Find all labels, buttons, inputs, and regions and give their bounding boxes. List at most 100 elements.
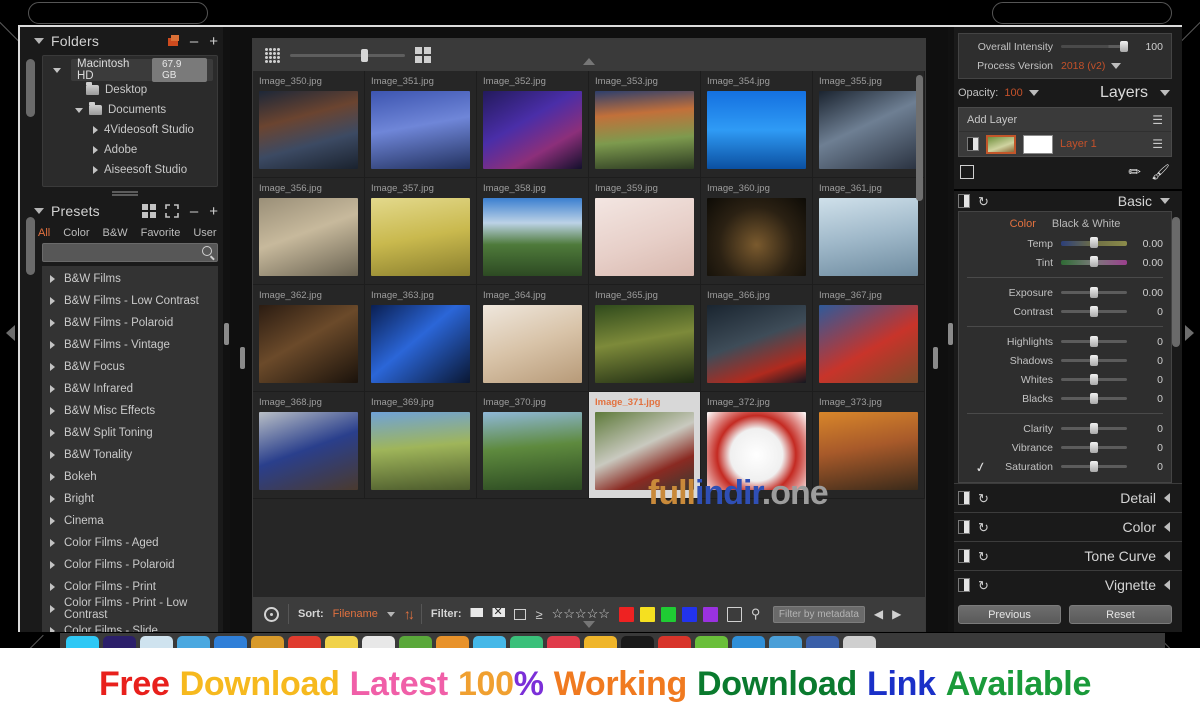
thumbnail-image[interactable] — [371, 91, 470, 169]
presets-tab-bw[interactable]: B&W — [103, 227, 128, 239]
thumbnail-image[interactable] — [595, 91, 694, 169]
thumbnail-cell[interactable]: Image_357.jpg — [365, 178, 477, 285]
section-header-detail[interactable]: ↻ Detail — [948, 483, 1182, 512]
preset-item[interactable]: B&W Focus — [42, 356, 218, 378]
thumbnail-size-slider[interactable] — [290, 48, 405, 62]
thumbnail-cell[interactable]: Image_361.jpg — [813, 178, 925, 285]
chevron-down-icon[interactable] — [75, 107, 83, 113]
slider-knob[interactable] — [1090, 374, 1098, 385]
thumbnail-cell[interactable]: Image_369.jpg — [365, 392, 477, 499]
chevron-left-icon[interactable] — [1164, 522, 1170, 532]
preset-item[interactable]: Bokeh — [42, 466, 218, 488]
thumbnail-cell[interactable]: Image_362.jpg — [253, 285, 365, 392]
preset-item[interactable]: Color Films - Polaroid — [42, 554, 218, 576]
thumbnail-cell[interactable]: Image_365.jpg — [589, 285, 701, 392]
panel-splitter-folders[interactable] — [20, 187, 230, 197]
thumbnail-cell[interactable]: Image_363.jpg — [365, 285, 477, 392]
thumbnail-cell[interactable]: Image_367.jpg — [813, 285, 925, 392]
folders-minus-button[interactable]: – — [188, 34, 200, 49]
chevron-right-icon[interactable] — [50, 451, 55, 459]
chevron-right-icon[interactable] — [50, 341, 55, 349]
reset-section-icon[interactable]: ↻ — [978, 550, 989, 563]
thumbnail-cell[interactable]: Image_359.jpg — [589, 178, 701, 285]
color-label-swatch[interactable] — [639, 606, 655, 622]
before-after-icon[interactable] — [958, 520, 970, 534]
preset-item[interactable]: B&W Films - Low Contrast — [42, 290, 218, 312]
preset-item[interactable]: Color Films - Slide — [42, 620, 218, 632]
keyword-icon[interactable]: ⚲ — [751, 607, 764, 621]
slider-knob[interactable] — [1090, 306, 1098, 317]
sort-value[interactable]: Filename — [333, 608, 378, 620]
chevron-right-icon[interactable] — [50, 319, 55, 327]
thumbnail-image[interactable] — [595, 305, 694, 383]
thumbnail-cell[interactable]: Image_355.jpg — [813, 71, 925, 178]
thumbnail-image[interactable] — [707, 305, 806, 383]
slider-row-highlights[interactable]: Highlights 0 — [959, 332, 1171, 351]
none-swatch[interactable] — [726, 606, 742, 622]
chevron-right-icon[interactable] — [50, 517, 55, 525]
layer-menu-icon[interactable]: ☰ — [1152, 114, 1163, 126]
flag-unflagged-icon[interactable] — [514, 608, 527, 620]
preset-item[interactable]: B&W Split Toning — [42, 422, 218, 444]
slider-track[interactable] — [1061, 287, 1127, 298]
right-panel-scrollbar[interactable] — [1172, 217, 1180, 347]
slider-track[interactable] — [1061, 423, 1127, 434]
thumbnail-image[interactable] — [819, 412, 918, 490]
layer-name[interactable]: Layer 1 — [1060, 138, 1097, 150]
thumbnail-image[interactable] — [483, 305, 582, 383]
thumbnail-cell[interactable]: Image_358.jpg — [477, 178, 589, 285]
preset-item[interactable]: B&W Misc Effects — [42, 400, 218, 422]
right-panel-resize-grip[interactable] — [948, 323, 953, 345]
thumbnail-image[interactable] — [707, 198, 806, 276]
thumbnail-cell[interactable]: Image_368.jpg — [253, 392, 365, 499]
mode-color[interactable]: Color — [1010, 218, 1036, 230]
slider-knob[interactable] — [1090, 336, 1098, 347]
process-version-value[interactable]: 2018 (v2) — [1061, 60, 1105, 72]
slider-row-blacks[interactable]: Blacks 0 — [959, 389, 1171, 408]
thumbnail-image[interactable] — [595, 198, 694, 276]
slider-knob[interactable] — [1090, 287, 1098, 298]
slider-knob[interactable] — [1090, 423, 1098, 434]
thumbnail-image[interactable] — [371, 198, 470, 276]
chevron-right-icon[interactable] — [50, 429, 55, 437]
slider-row-contrast[interactable]: Contrast 0 — [959, 302, 1171, 321]
brush-icon[interactable]: 🖌 — [1151, 163, 1170, 181]
preset-item[interactable]: B&W Films — [42, 268, 218, 290]
slider-row-shadows[interactable]: Shadows 0 — [959, 351, 1171, 370]
thumbnail-cell[interactable]: Image_370.jpg — [477, 392, 589, 499]
metadata-filter-input[interactable] — [772, 605, 865, 623]
thumbnail-cell[interactable]: Image_356.jpg — [253, 178, 365, 285]
slider-knob[interactable] — [1090, 237, 1098, 248]
thumbnail-cell[interactable]: Image_373.jpg — [813, 392, 925, 499]
folders-scrollbar[interactable] — [26, 59, 35, 117]
chevron-left-icon[interactable] — [1164, 493, 1170, 503]
chevron-right-icon[interactable] — [50, 539, 55, 547]
chevron-right-icon[interactable] — [50, 297, 55, 305]
presets-scrollbar[interactable] — [26, 217, 35, 275]
presets-minus-button[interactable]: – — [188, 204, 200, 219]
thumbnail-image[interactable] — [259, 412, 358, 490]
presets-tab-all[interactable]: All — [38, 227, 50, 239]
before-after-icon[interactable] — [958, 578, 970, 592]
reset-section-icon[interactable]: ↻ — [978, 195, 989, 208]
previous-button[interactable]: Previous — [958, 605, 1061, 624]
presets-search-input[interactable] — [42, 243, 218, 262]
folder-item[interactable]: Adobe — [43, 140, 217, 160]
chevron-right-icon[interactable] — [50, 627, 55, 632]
presets-tab-favorite[interactable]: Favorite — [141, 227, 181, 239]
section-header-tone-curve[interactable]: ↻ Tone Curve — [948, 541, 1182, 570]
grid-view-icon[interactable] — [141, 204, 158, 218]
thumbnail-cell[interactable]: Image_354.jpg — [701, 71, 813, 178]
preset-item[interactable]: B&W Tonality — [42, 444, 218, 466]
overall-intensity-slider[interactable] — [1061, 41, 1129, 52]
chevron-right-icon[interactable] — [50, 583, 55, 591]
thumbnail-scrollbar[interactable] — [916, 75, 923, 201]
reset-section-icon[interactable]: ↻ — [978, 492, 989, 505]
before-after-icon[interactable] — [958, 549, 970, 563]
chevron-down-icon[interactable] — [1111, 62, 1122, 69]
chevron-left-icon[interactable] — [1164, 551, 1170, 561]
preset-item[interactable]: Color Films - Print - Low Contrast — [42, 597, 218, 621]
color-label-swatch[interactable] — [618, 606, 634, 622]
flag-reject-icon[interactable] — [492, 608, 506, 620]
slider-row-whites[interactable]: Whites 0 — [959, 370, 1171, 389]
